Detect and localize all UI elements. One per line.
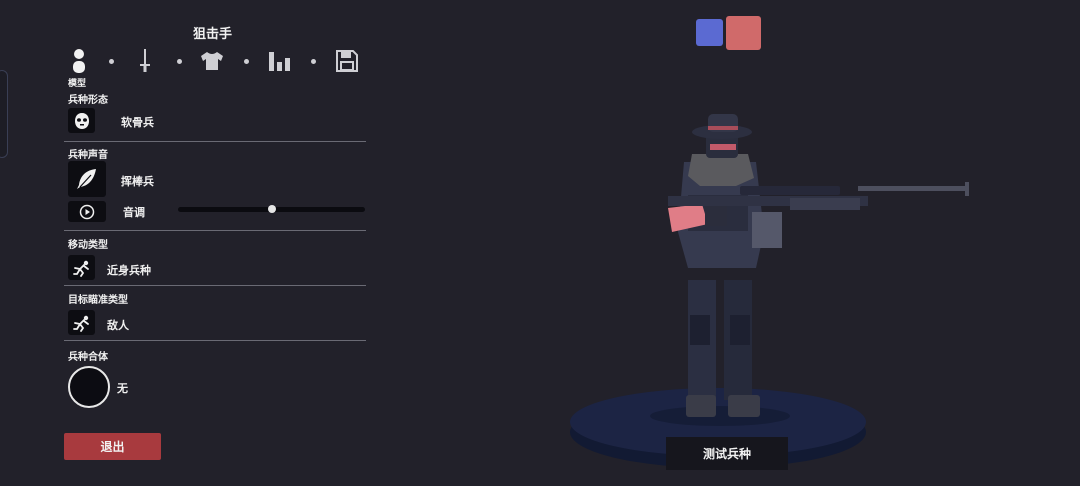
pitch-label: 音调: [123, 206, 145, 219]
tab-clothing[interactable]: [199, 46, 225, 76]
bar-chart-icon: [269, 52, 290, 71]
targeting-type-value: 敌人: [107, 319, 129, 332]
left-edge-handle[interactable]: [0, 70, 8, 158]
tab-model[interactable]: [68, 46, 90, 76]
target-figure-icon: [72, 315, 89, 332]
save-icon: [336, 50, 358, 72]
tab-stats[interactable]: [266, 46, 294, 76]
sniper-unit-model: [668, 114, 969, 417]
active-tab-label: 模型: [68, 79, 87, 89]
unit-form-value: 软骨兵: [121, 116, 154, 129]
section-divider: [64, 230, 366, 231]
targeting-type-label: 目标瞄准类型: [68, 295, 128, 306]
team-red-button[interactable]: [726, 16, 761, 50]
mask-icon: [74, 112, 89, 129]
movement-type-label: 移动类型: [68, 240, 108, 251]
tab-separator-dot: [244, 59, 249, 64]
pitch-slider-knob[interactable]: [267, 205, 276, 213]
unit-form-picker[interactable]: [68, 108, 95, 133]
unit-fusion-picker[interactable]: [68, 366, 110, 408]
test-unit-button[interactable]: 测试兵种: [666, 437, 788, 470]
unit-fusion-value: 无: [117, 382, 128, 395]
tab-separator-dot: [177, 59, 182, 64]
tab-save[interactable]: [334, 46, 360, 76]
unit-preview-scene[interactable]: [560, 100, 990, 486]
sword-icon: [140, 49, 150, 72]
movement-type-picker[interactable]: [68, 255, 95, 280]
play-voice-button[interactable]: [68, 201, 106, 222]
feather-icon: [77, 169, 96, 189]
shirt-icon: [201, 52, 223, 70]
person-icon: [73, 49, 85, 73]
tab-weapon[interactable]: [134, 46, 156, 76]
running-figure-icon: [72, 260, 89, 277]
unit-voice-value: 挥棒兵: [121, 175, 154, 188]
pitch-slider[interactable]: [178, 205, 365, 213]
team-blue-button[interactable]: [696, 19, 723, 46]
unit-voice-label: 兵种声音: [68, 150, 108, 161]
unit-voice-picker[interactable]: [68, 161, 106, 197]
section-divider: [64, 141, 366, 142]
section-divider: [64, 285, 366, 286]
tab-separator-dot: [109, 59, 114, 64]
unit-form-label: 兵种形态: [68, 95, 108, 106]
tab-separator-dot: [311, 59, 316, 64]
play-icon: [79, 204, 95, 219]
section-divider: [64, 340, 366, 341]
editor-tab-bar: [66, 46, 366, 78]
unit-name-title: 狙击手: [192, 27, 232, 42]
targeting-type-picker[interactable]: [68, 310, 95, 335]
exit-button[interactable]: 退出: [64, 433, 161, 460]
movement-type-value: 近身兵种: [107, 264, 151, 277]
unit-fusion-label: 兵种合体: [68, 352, 108, 363]
